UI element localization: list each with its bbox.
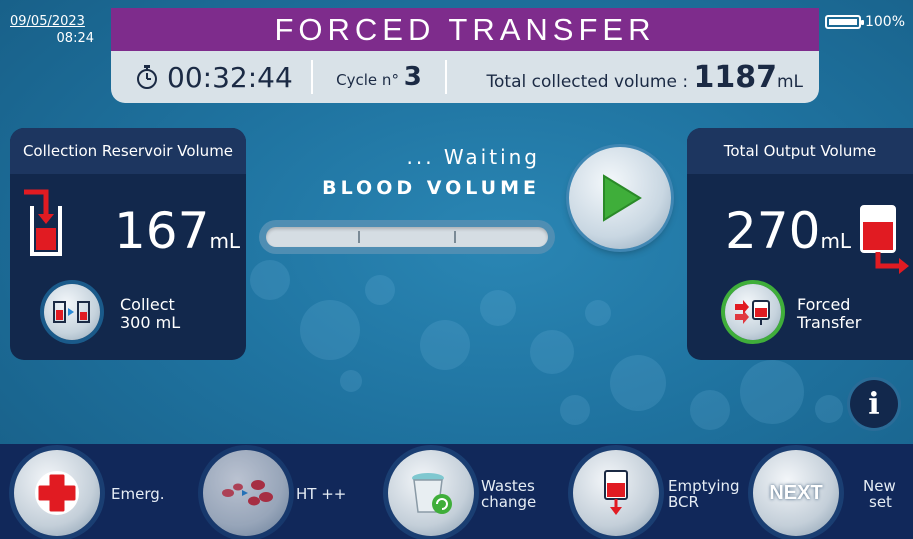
- timer: 00:32:44: [111, 61, 311, 94]
- blood-volume-label: BLOOD VOLUME: [322, 177, 540, 199]
- panel-title: Total Output Volume: [687, 128, 913, 174]
- play-button[interactable]: [569, 147, 671, 249]
- reservoir-volume: 167mL: [114, 206, 240, 256]
- waste-bag-recycle-icon: [412, 473, 452, 514]
- red-cells-icon: [222, 480, 273, 506]
- next-label: NEXT: [769, 481, 823, 504]
- emptying-bcr-button[interactable]: [573, 450, 659, 536]
- header: FORCED TRANSFER 00:32:44 Cycle n° 3 Tota…: [111, 8, 819, 103]
- collection-reservoir-panel: Collection Reservoir Volume 167mL Collec…: [10, 128, 246, 360]
- new-set-label: New set: [863, 478, 896, 510]
- reservoir-volume-value: 167: [114, 202, 210, 260]
- stopwatch-icon: [137, 65, 157, 89]
- output-volume-unit: mL: [820, 229, 852, 253]
- progress-tick: [358, 231, 360, 243]
- collect-label-line1: Collect: [120, 295, 175, 314]
- ht-plus-button[interactable]: [203, 450, 289, 536]
- wastes-change-label: Wastes change: [481, 478, 536, 510]
- collect-button[interactable]: [44, 284, 100, 340]
- battery-indicator: 100%: [824, 14, 905, 30]
- blood-volume-progress: [266, 227, 548, 247]
- cycle-label: Cycle n°: [336, 71, 399, 89]
- cycle-value: 3: [403, 62, 422, 92]
- reservoir-icon: [24, 189, 62, 256]
- info-button[interactable]: i: [850, 380, 898, 428]
- output-volume-value: 270: [725, 202, 821, 260]
- emptying-bcr-label: Emptying BCR: [668, 478, 740, 510]
- bcr-empty-icon: [604, 470, 628, 515]
- emergency-cross-icon: [35, 471, 79, 515]
- new-set-label-line1: New: [863, 477, 896, 495]
- reservoir-volume-unit: mL: [209, 229, 241, 253]
- battery-icon: [824, 15, 864, 29]
- emptying-label-line1: Emptying: [668, 477, 740, 495]
- next-button[interactable]: NEXT: [753, 450, 839, 536]
- ht-plus-label: HT ++: [296, 485, 347, 503]
- total-label: Total collected volume :: [486, 71, 689, 92]
- timer-value: 00:32:44: [167, 60, 293, 94]
- collect-label: Collect 300 mL: [120, 296, 180, 332]
- wastes-change-button[interactable]: [388, 450, 474, 536]
- play-icon: [603, 174, 642, 222]
- total-unit: mL: [776, 71, 803, 92]
- new-set-label-line2: set: [869, 493, 892, 511]
- waiting-status: ... Waiting: [406, 145, 540, 169]
- collect-label-line2: 300 mL: [120, 313, 181, 332]
- forced-transfer-icon: [735, 300, 770, 325]
- forced-transfer-button[interactable]: [725, 284, 781, 340]
- output-volume: 270mL: [725, 206, 851, 256]
- total-collected-volume: Total collected volume : 1187mL: [447, 60, 819, 95]
- info-icon: i: [868, 386, 880, 422]
- forced-transfer-label-line2: Transfer: [797, 313, 862, 332]
- page-title: FORCED TRANSFER: [111, 8, 819, 51]
- total-output-panel: Total Output Volume 270mL Forced Transfe…: [687, 128, 913, 360]
- cycle-counter: Cycle n° 3: [313, 62, 445, 92]
- blood-bag-icon: [860, 205, 909, 274]
- panel-title: Collection Reservoir Volume: [10, 128, 246, 174]
- datetime: 09/05/2023 08:24: [10, 14, 94, 46]
- total-value: 1187: [693, 59, 777, 95]
- wastes-label-line2: change: [481, 493, 537, 511]
- collect-icon: [53, 301, 90, 323]
- emergency-button[interactable]: [14, 450, 100, 536]
- session-info-bar: 00:32:44 Cycle n° 3 Total collected volu…: [111, 51, 819, 103]
- emptying-label-line2: BCR: [668, 493, 699, 511]
- battery-percent: 100%: [864, 14, 905, 30]
- emergency-label: Emerg.: [111, 485, 165, 503]
- forced-transfer-label-line1: Forced: [797, 295, 851, 314]
- date: 09/05/2023: [10, 14, 85, 29]
- time: 08:24: [56, 31, 94, 46]
- forced-transfer-label: Forced Transfer: [797, 296, 861, 332]
- progress-tick: [454, 231, 456, 243]
- wastes-label-line1: Wastes: [481, 477, 535, 495]
